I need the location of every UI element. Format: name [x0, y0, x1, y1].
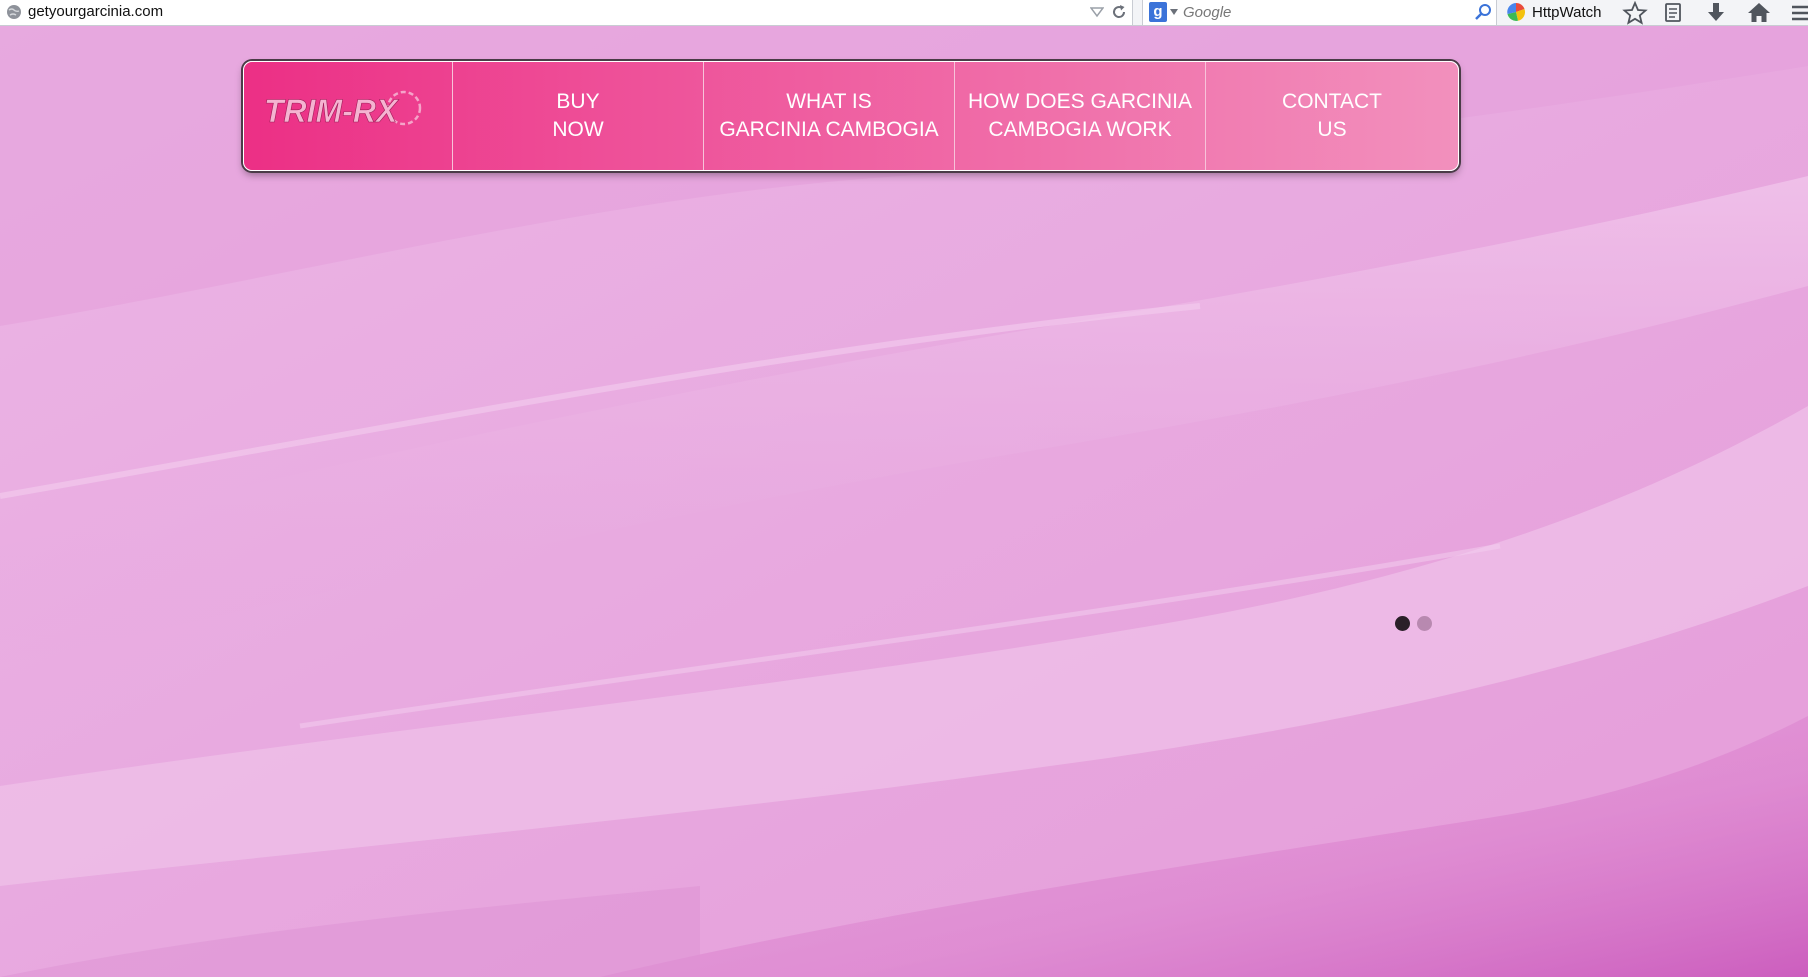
- nav-buy-now[interactable]: BUY NOW: [453, 62, 704, 170]
- nav-what-is-line1: WHAT IS: [786, 90, 872, 113]
- chevron-down-icon[interactable]: [1170, 9, 1178, 15]
- nav-contact-line1: CONTACT: [1282, 90, 1382, 113]
- search-input[interactable]: [1183, 1, 1453, 23]
- slider-dot[interactable]: [1417, 616, 1432, 631]
- nav-contact-us[interactable]: CONTACT US: [1206, 62, 1458, 170]
- nav-buy-now-line2: NOW: [552, 118, 604, 141]
- page-content: TRIM-RX BUY NOW WHAT IS GARCINIA CAMBOGI…: [0, 26, 1808, 977]
- browser-toolbar: getyourgarcinia.com g HttpWatch: [0, 0, 1808, 26]
- menu-icon[interactable]: [1788, 1, 1808, 25]
- search-bar[interactable]: g: [1142, 0, 1497, 25]
- address-bar[interactable]: getyourgarcinia.com: [0, 0, 1133, 25]
- logo-graphic: TRIM-RX: [264, 90, 422, 129]
- nav-buy-now-line1: BUY: [556, 90, 600, 113]
- main-nav: TRIM-RX BUY NOW WHAT IS GARCINIA CAMBOGI…: [243, 61, 1459, 171]
- nav-contact-line2: US: [1317, 118, 1347, 141]
- globe-icon: [7, 5, 21, 19]
- bookmark-star-icon[interactable]: [1622, 1, 1648, 25]
- httpwatch-button[interactable]: HttpWatch: [1506, 1, 1601, 23]
- downloads-icon[interactable]: [1703, 1, 1729, 25]
- nav-what-is-line2: GARCINIA CAMBOGIA: [719, 118, 939, 141]
- trim-rx-logo[interactable]: TRIM-RX: [244, 62, 453, 170]
- nav-how-does-it-work[interactable]: HOW DOES GARCINIA CAMBOGIA WORK: [955, 62, 1206, 170]
- svg-text:TRIM-RX: TRIM-RX: [264, 93, 399, 129]
- history-dropdown-icon[interactable]: [1090, 6, 1104, 18]
- nav-how-line1: HOW DOES GARCINIA: [967, 90, 1193, 113]
- httpwatch-label: HttpWatch: [1532, 3, 1602, 21]
- nav-what-is-garcinia[interactable]: WHAT IS GARCINIA CAMBOGIA: [704, 62, 955, 170]
- httpwatch-icon: [1507, 2, 1526, 21]
- reload-icon[interactable]: [1110, 3, 1128, 21]
- g-search-icon[interactable]: g: [1149, 2, 1167, 22]
- slider-pagination: [1395, 616, 1432, 631]
- nav-how-line2: CAMBOGIA WORK: [988, 118, 1172, 141]
- search-icon[interactable]: [1473, 2, 1493, 22]
- slider-dot-active[interactable]: [1395, 616, 1410, 631]
- reading-list-icon[interactable]: [1660, 1, 1686, 25]
- url-text[interactable]: getyourgarcinia.com: [28, 3, 163, 20]
- home-icon[interactable]: [1746, 1, 1772, 25]
